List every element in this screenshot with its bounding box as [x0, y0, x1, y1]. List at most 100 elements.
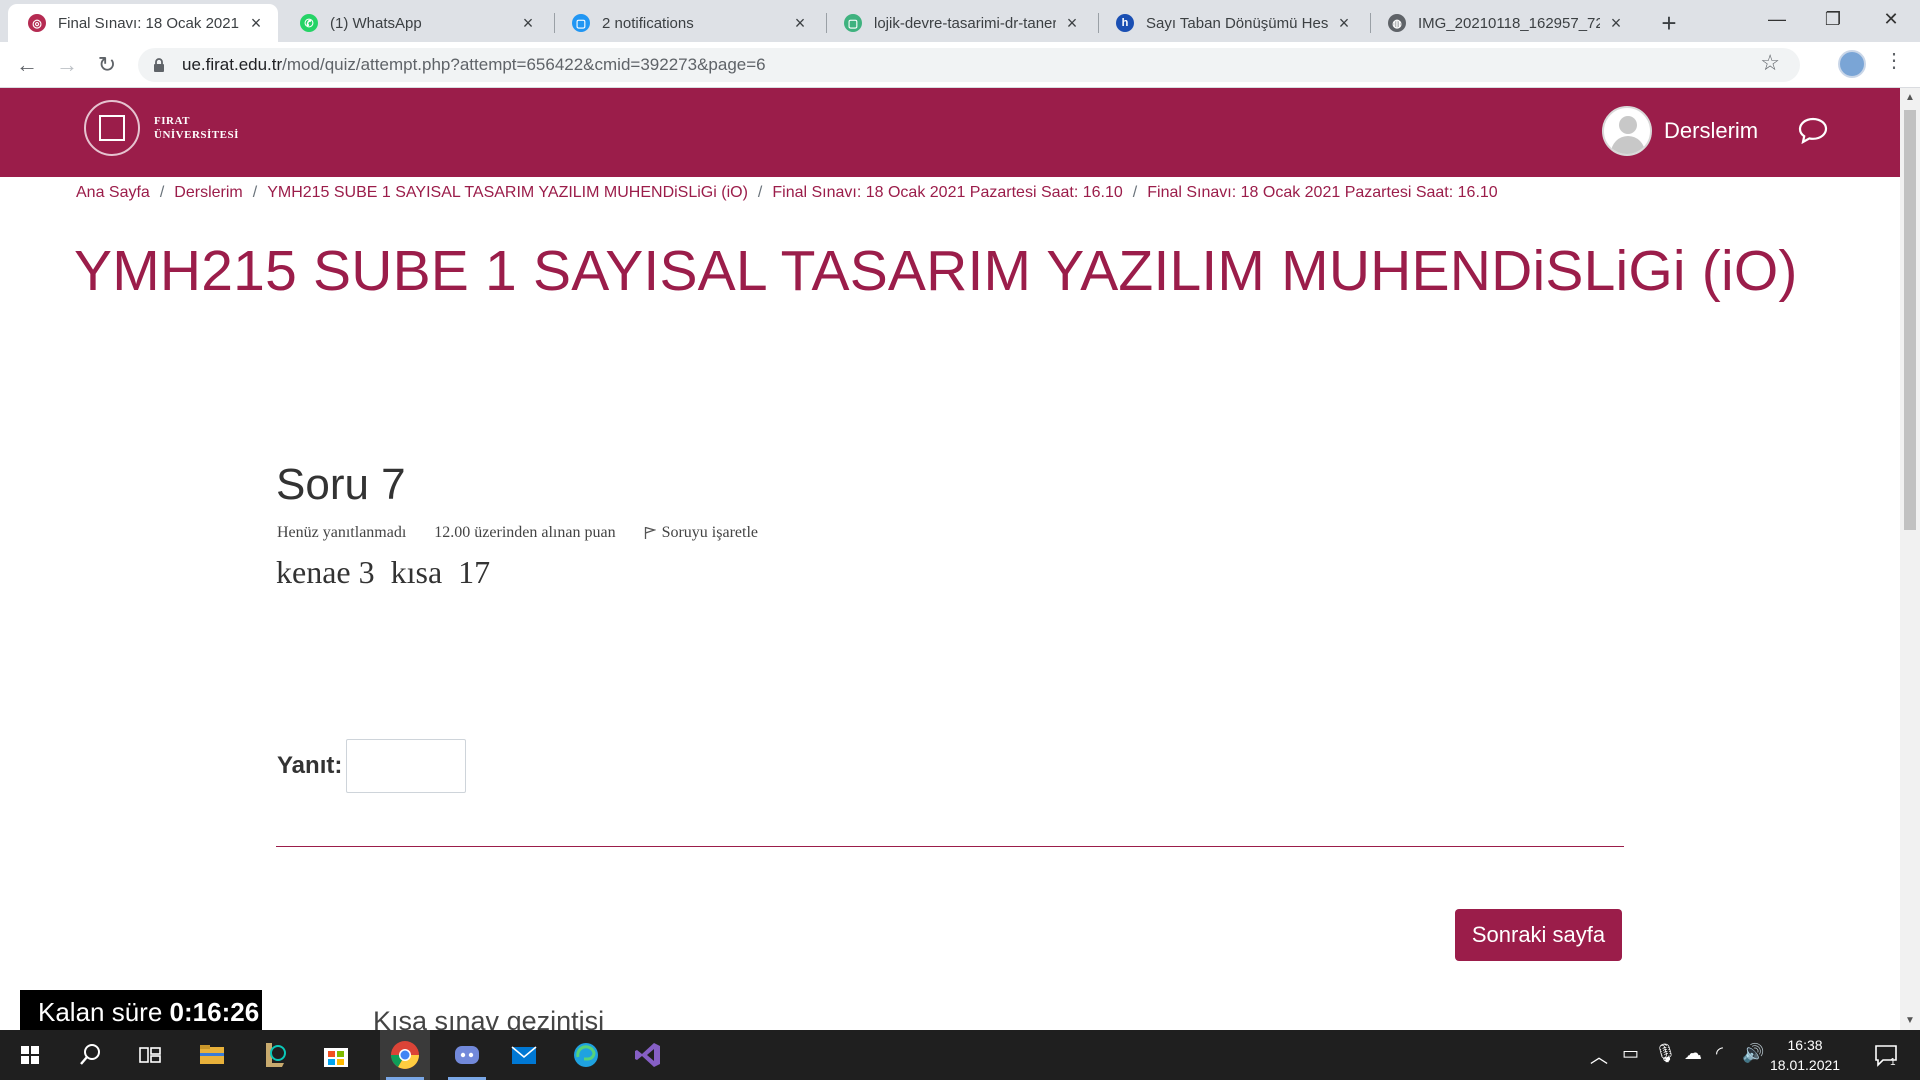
- notifications-icon: ▢: [572, 14, 590, 32]
- tab-title: Sayı Taban Dönüşümü Hesap: [1146, 14, 1328, 32]
- browser-tab-document[interactable]: ▢ lojik-devre-tasarimi-dr-taner ×: [824, 4, 1094, 42]
- question-number: Soru 7: [276, 460, 406, 509]
- restore-icon[interactable]: ❐: [1808, 0, 1858, 40]
- logo-text-line2: ÜNİVERSİTESİ: [154, 129, 239, 141]
- whatsapp-icon: ✆: [300, 14, 318, 32]
- tab-title: Final Sınavı: 18 Ocak 2021 Pa: [58, 14, 240, 32]
- scrollbar-thumb[interactable]: [1904, 110, 1916, 530]
- close-tab-icon[interactable]: ×: [246, 13, 266, 34]
- browser-tab-image[interactable]: ◍ IMG_20210118_162957_721.j ×: [1368, 4, 1638, 42]
- tab-title: 2 notifications: [602, 14, 694, 32]
- breadcrumb-home[interactable]: Ana Sayfa: [76, 184, 150, 201]
- windows-start-icon[interactable]: [12, 1037, 48, 1073]
- page-title: YMH215 SUBE 1 SAYISAL TASARIM YAZILIM MU…: [74, 239, 1798, 303]
- question-marks: 12.00 üzerinden alınan puan: [434, 524, 616, 541]
- edge-icon[interactable]: [568, 1037, 604, 1073]
- microsoft-store-icon[interactable]: [318, 1037, 354, 1073]
- bookmark-star-icon[interactable]: ☆: [1760, 50, 1780, 76]
- scroll-down-icon[interactable]: ▼: [1905, 1015, 1915, 1026]
- breadcrumb-current[interactable]: Final Sınavı: 18 Ocak 2021 Pazartesi Saa…: [1147, 184, 1497, 201]
- wifi-icon[interactable]: ◜: [1716, 1043, 1723, 1064]
- remaining-time: Kalan süre 0:16:26: [20, 990, 262, 1034]
- document-icon: ▢: [844, 14, 862, 32]
- university-seal-icon: [84, 100, 140, 156]
- clock-time: 16:38: [1787, 1037, 1823, 1053]
- windows-taskbar: ︿ ▭ 🎙 ☁ ◜ 🔊 16:38 18.01.2021 1: [0, 1030, 1920, 1080]
- new-tab-button[interactable]: +: [1654, 8, 1684, 38]
- browser-tab-converter[interactable]: h Sayı Taban Dönüşümü Hesap ×: [1096, 4, 1366, 42]
- logo-text: FIRAT ÜNİVERSİTESİ: [154, 114, 239, 142]
- discord-taskbar-button[interactable]: [442, 1030, 492, 1080]
- league-client-icon[interactable]: [256, 1037, 292, 1073]
- clock-date: 18.01.2021: [1770, 1057, 1841, 1073]
- menu-kebab-icon[interactable]: ⋮: [1884, 48, 1904, 73]
- browser-tab-quiz[interactable]: ◎ Final Sınavı: 18 Ocak 2021 Pa ×: [8, 4, 278, 42]
- close-tab-icon[interactable]: ×: [1606, 13, 1626, 34]
- breadcrumb-my-courses[interactable]: Derslerim: [174, 184, 242, 201]
- visual-studio-icon[interactable]: [630, 1037, 666, 1073]
- user-avatar[interactable]: [1602, 106, 1652, 156]
- page-scrollbar[interactable]: ▲ ▼: [1900, 88, 1920, 1030]
- flag-question-label: Soruyu işaretle: [661, 524, 758, 541]
- university-logo[interactable]: FIRAT ÜNİVERSİTESİ: [84, 100, 239, 156]
- flag-icon: [644, 526, 656, 539]
- timer-value: 0:16:26: [169, 997, 260, 1027]
- tab-title: lojik-devre-tasarimi-dr-taner: [874, 14, 1056, 32]
- url-path: /mod/quiz/attempt.php?attempt=656422&cmi…: [282, 55, 766, 74]
- lock-icon: [154, 58, 164, 72]
- my-courses-menu[interactable]: Derslerim: [1664, 118, 1758, 144]
- page-viewport: FIRAT ÜNİVERSİTESİ Derslerim Ana Sayfa / D…: [0, 88, 1900, 1030]
- question-status: Henüz yanıtlanmadı: [277, 524, 407, 541]
- svg-text:1: 1: [1890, 1057, 1896, 1068]
- browser-tab-whatsapp[interactable]: ✆ (1) WhatsApp ×: [280, 4, 550, 42]
- back-arrow-icon[interactable]: ←: [12, 50, 42, 80]
- task-view-icon[interactable]: [132, 1037, 168, 1073]
- flag-question-button[interactable]: Soruyu işaretle: [644, 524, 758, 542]
- site-header: FIRAT ÜNİVERSİTESİ Derslerim: [0, 88, 1900, 177]
- url-host: ue.firat.edu.tr: [182, 55, 283, 74]
- address-bar[interactable]: ue.firat.edu.tr/mod/quiz/attempt.php?att…: [138, 48, 1800, 82]
- answer-input[interactable]: [346, 739, 466, 793]
- browser-tab-notifications[interactable]: ▢ 2 notifications ×: [552, 4, 822, 42]
- browser-tab-strip: ◎ Final Sınavı: 18 Ocak 2021 Pa × ✆ (1) …: [0, 0, 1920, 42]
- forward-arrow-icon[interactable]: →: [52, 50, 82, 80]
- reload-icon[interactable]: ↻: [92, 50, 122, 80]
- close-window-icon[interactable]: ✕: [1866, 0, 1916, 40]
- search-icon[interactable]: [72, 1037, 108, 1073]
- browser-toolbar: ← → ↻ ue.firat.edu.tr/mod/quiz/attempt.p…: [0, 42, 1920, 88]
- answer-label: Yanıt:: [277, 752, 343, 779]
- firat-favicon-icon: ◎: [28, 14, 46, 32]
- tab-title: (1) WhatsApp: [330, 14, 422, 32]
- globe-icon: ◍: [1388, 14, 1406, 32]
- quiz-navigation-title: Kısa sınav gezintisi: [373, 1006, 605, 1030]
- close-tab-icon[interactable]: ×: [518, 13, 538, 34]
- profile-avatar[interactable]: [1838, 50, 1866, 78]
- breadcrumb-quiz[interactable]: Final Sınavı: 18 Ocak 2021 Pazartesi Saa…: [772, 184, 1122, 201]
- close-tab-icon[interactable]: ×: [790, 13, 810, 34]
- mail-icon[interactable]: [506, 1037, 542, 1073]
- discord-icon: [455, 1046, 479, 1064]
- battery-icon[interactable]: ▭: [1622, 1043, 1639, 1064]
- h-logo-icon: h: [1116, 14, 1134, 32]
- timer-label: Kalan süre: [38, 997, 163, 1027]
- messages-icon[interactable]: [1798, 116, 1828, 144]
- logo-text-line1: FIRAT: [154, 115, 190, 127]
- volume-icon[interactable]: 🔊: [1742, 1043, 1764, 1064]
- scroll-up-icon[interactable]: ▲: [1905, 92, 1915, 103]
- breadcrumb: Ana Sayfa / Derslerim / YMH215 SUBE 1 SAYISA…: [76, 184, 1498, 201]
- close-tab-icon[interactable]: ×: [1062, 13, 1082, 34]
- tray-chevron-up-icon[interactable]: ︿: [1590, 1043, 1608, 1069]
- file-explorer-icon[interactable]: [194, 1037, 230, 1073]
- microphone-icon[interactable]: 🎙: [1654, 1043, 1677, 1064]
- minimize-icon[interactable]: —: [1752, 0, 1802, 40]
- taskbar-clock[interactable]: 16:38 18.01.2021: [1770, 1035, 1840, 1075]
- chrome-icon: [391, 1041, 419, 1069]
- chrome-taskbar-button[interactable]: [380, 1030, 430, 1080]
- tab-title: IMG_20210118_162957_721.j: [1418, 14, 1600, 32]
- onedrive-icon[interactable]: ☁: [1684, 1043, 1702, 1064]
- breadcrumb-course[interactable]: YMH215 SUBE 1 SAYISAL TASARIM YAZILIM MU…: [267, 184, 748, 201]
- close-tab-icon[interactable]: ×: [1334, 13, 1354, 34]
- notification-center-icon[interactable]: 1: [1868, 1037, 1904, 1073]
- next-page-button[interactable]: Sonraki sayfa: [1455, 909, 1622, 961]
- question-divider: [276, 846, 1624, 847]
